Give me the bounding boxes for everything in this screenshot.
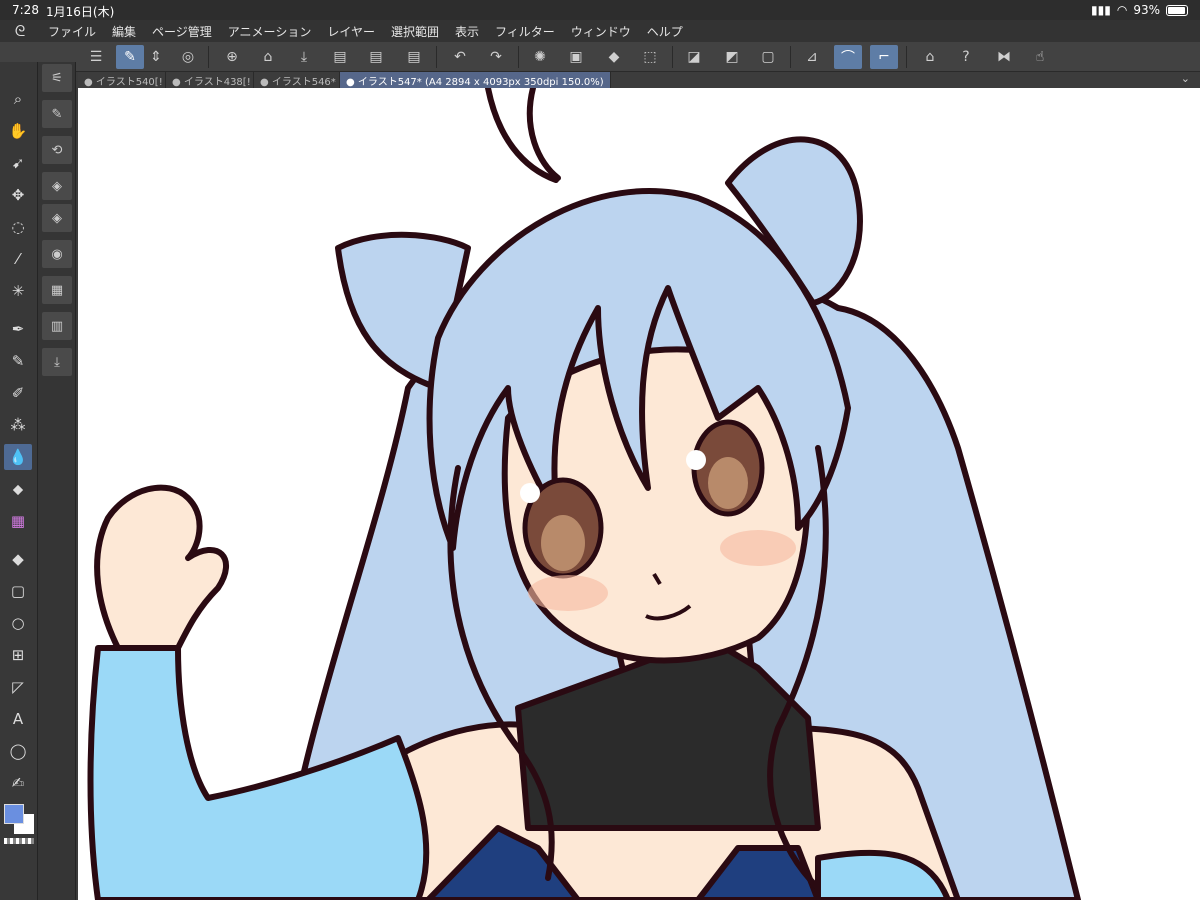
updown-arrows-icon[interactable]: ⇕: [146, 45, 166, 69]
tab-illust-546[interactable]: ● イラスト546*: [254, 72, 340, 88]
signal-icon: ▮▮▮: [1091, 3, 1111, 17]
color-target-icon[interactable]: ◎: [174, 45, 202, 69]
main-color-swatch[interactable]: [4, 804, 24, 824]
object-select-icon[interactable]: ➹: [4, 150, 32, 176]
snap-icon[interactable]: ⌐: [870, 45, 898, 69]
ahoge-2: [526, 88, 561, 181]
transform-icon[interactable]: ⬚: [636, 45, 664, 69]
ruler-tool-icon[interactable]: ◸: [4, 674, 32, 700]
blend-icon[interactable]: 💧: [4, 444, 32, 470]
material-icon[interactable]: ▦: [42, 276, 72, 304]
pencil-icon[interactable]: ✎: [4, 348, 32, 374]
airbrush-icon[interactable]: ⁂: [4, 412, 32, 438]
learn-icon[interactable]: ⌂: [916, 45, 944, 69]
new-file-icon[interactable]: ⊕: [218, 45, 246, 69]
menu-view[interactable]: 表示: [447, 23, 487, 40]
menu-bar: ᘓ ファイル 編集 ページ管理 アニメーション レイヤー 選択範囲 表示 フィル…: [0, 20, 1200, 42]
blush-right: [720, 530, 796, 566]
tab-illust-438[interactable]: ● イラスト438[!: [166, 72, 254, 88]
loading-icon[interactable]: ✺: [526, 45, 554, 69]
timeline-icon[interactable]: ▥: [42, 312, 72, 340]
color-wheel-icon[interactable]: ◉: [42, 240, 72, 268]
fill-bucket-icon[interactable]: ◆: [600, 45, 628, 69]
app-logo-icon[interactable]: ᘓ: [0, 22, 40, 40]
sub-palette-bar: ⚟ ✎ ⟲ ◈ ◈ ◉ ▦ ▥ ⤓: [38, 62, 76, 900]
status-time: 7:28: [12, 3, 39, 17]
menu-hamburger-icon[interactable]: ☰: [82, 45, 110, 69]
hand: [94, 484, 230, 651]
invert-selection-icon[interactable]: ◩: [718, 45, 746, 69]
brush-size-icon[interactable]: ✎: [42, 100, 72, 128]
eyedropper-icon[interactable]: ⁄: [4, 246, 32, 272]
menu-edit[interactable]: 編集: [104, 23, 144, 40]
correct-line-icon[interactable]: ✍: [4, 770, 32, 796]
zoom-icon[interactable]: ⌕: [4, 86, 32, 112]
ruler-icon[interactable]: ⊿: [798, 45, 826, 69]
text-icon[interactable]: A: [4, 706, 32, 732]
lasso-icon[interactable]: ◌: [4, 214, 32, 240]
undo-icon[interactable]: ↶: [446, 45, 474, 69]
blush-left: [528, 575, 608, 611]
menu-window[interactable]: ウィンドウ: [563, 23, 639, 40]
menu-animation[interactable]: アニメーション: [220, 23, 320, 40]
status-date: 1月16日(木): [46, 5, 115, 19]
selection-border-icon[interactable]: ▢: [754, 45, 782, 69]
transparent-color-icon[interactable]: [4, 838, 34, 844]
menu-layer[interactable]: レイヤー: [319, 23, 383, 40]
brush-icon[interactable]: ✐: [4, 380, 32, 406]
decoration-icon[interactable]: ▦: [4, 508, 32, 534]
export-png-icon[interactable]: ▤: [362, 45, 390, 69]
status-right: ▮▮▮ ◠ 93%: [1091, 3, 1188, 17]
drawing-canvas[interactable]: [78, 88, 1200, 900]
save-icon[interactable]: ⤓: [290, 45, 318, 69]
command-bar: ☰ ✎ ⇕ ◎ ⊕ ⌂ ⤓ ▤ ▤ ▤ ↶ ↷ ✺ ▣ ◆ ⬚ ◪ ◩ ▢ ⊿ …: [0, 42, 1200, 72]
tool-palette: ⌕ ✋ ➹ ✥ ◌ ⁄ ✳ ✒ ✎ ✐ ⁂ 💧 ⬥ ▦ ◆ ▢ ○ ⊞ ◸ A …: [0, 62, 38, 900]
edit-canvas-icon[interactable]: ✎: [116, 45, 144, 69]
fill-icon[interactable]: ◆: [4, 546, 32, 572]
figure-icon[interactable]: ○: [4, 610, 32, 636]
redo-icon[interactable]: ↷: [482, 45, 510, 69]
pen-stabilizer-icon[interactable]: ⌒: [834, 45, 862, 69]
flip-horizontal-icon[interactable]: ⧓: [990, 45, 1018, 69]
eraser-icon[interactable]: ⬥: [4, 476, 32, 502]
tab-illust-540[interactable]: ● イラスト540[!: [78, 72, 166, 88]
copy-icon[interactable]: ▣: [562, 45, 590, 69]
menu-selection[interactable]: 選択範囲: [383, 23, 447, 40]
open-folder-icon[interactable]: ⌂: [254, 45, 282, 69]
layer-icon[interactable]: ◈: [42, 172, 72, 200]
deselect-icon[interactable]: ◪: [680, 45, 708, 69]
navigator-icon[interactable]: ⟲: [42, 136, 72, 164]
gradient-icon[interactable]: ▢: [4, 578, 32, 604]
wifi-icon: ◠: [1116, 3, 1128, 17]
battery-icon: [1166, 4, 1188, 16]
chevron-down-icon[interactable]: ⌄: [1181, 72, 1190, 85]
artwork: [87, 88, 1081, 900]
menu-file[interactable]: ファイル: [40, 23, 104, 40]
help-icon[interactable]: ?: [952, 45, 980, 69]
touch-gesture-icon[interactable]: ☝: [1026, 45, 1054, 69]
frame-icon[interactable]: ⊞: [4, 642, 32, 668]
menu-filter[interactable]: フィルター: [487, 23, 563, 40]
import-icon[interactable]: ⤓: [42, 348, 72, 376]
balloon-icon[interactable]: ◯: [4, 738, 32, 764]
export-psd-icon[interactable]: ▤: [400, 45, 428, 69]
battery-percent: 93%: [1133, 3, 1160, 17]
magic-wand-icon[interactable]: ✳: [4, 278, 32, 304]
menu-help[interactable]: ヘルプ: [639, 23, 691, 40]
move-icon[interactable]: ✥: [4, 182, 32, 208]
hand-icon[interactable]: ✋: [4, 118, 32, 144]
tab-illust-547[interactable]: ● イラスト547* (A4 2894 x 4093px 350dpi 150.…: [340, 72, 611, 88]
tool-property-icon[interactable]: ⚟: [42, 64, 72, 92]
menu-page[interactable]: ページ管理: [144, 23, 220, 40]
status-bar: 7:28 1月16日(木) ▮▮▮ ◠ 93%: [0, 0, 1200, 20]
export-jpg-icon[interactable]: ▤: [326, 45, 354, 69]
document-tabs: ● イラスト540[! ● イラスト438[! ● イラスト546* ● イラス…: [78, 72, 1200, 88]
pen-icon[interactable]: ✒: [4, 316, 32, 342]
layer-property-icon[interactable]: ◈: [42, 204, 72, 232]
